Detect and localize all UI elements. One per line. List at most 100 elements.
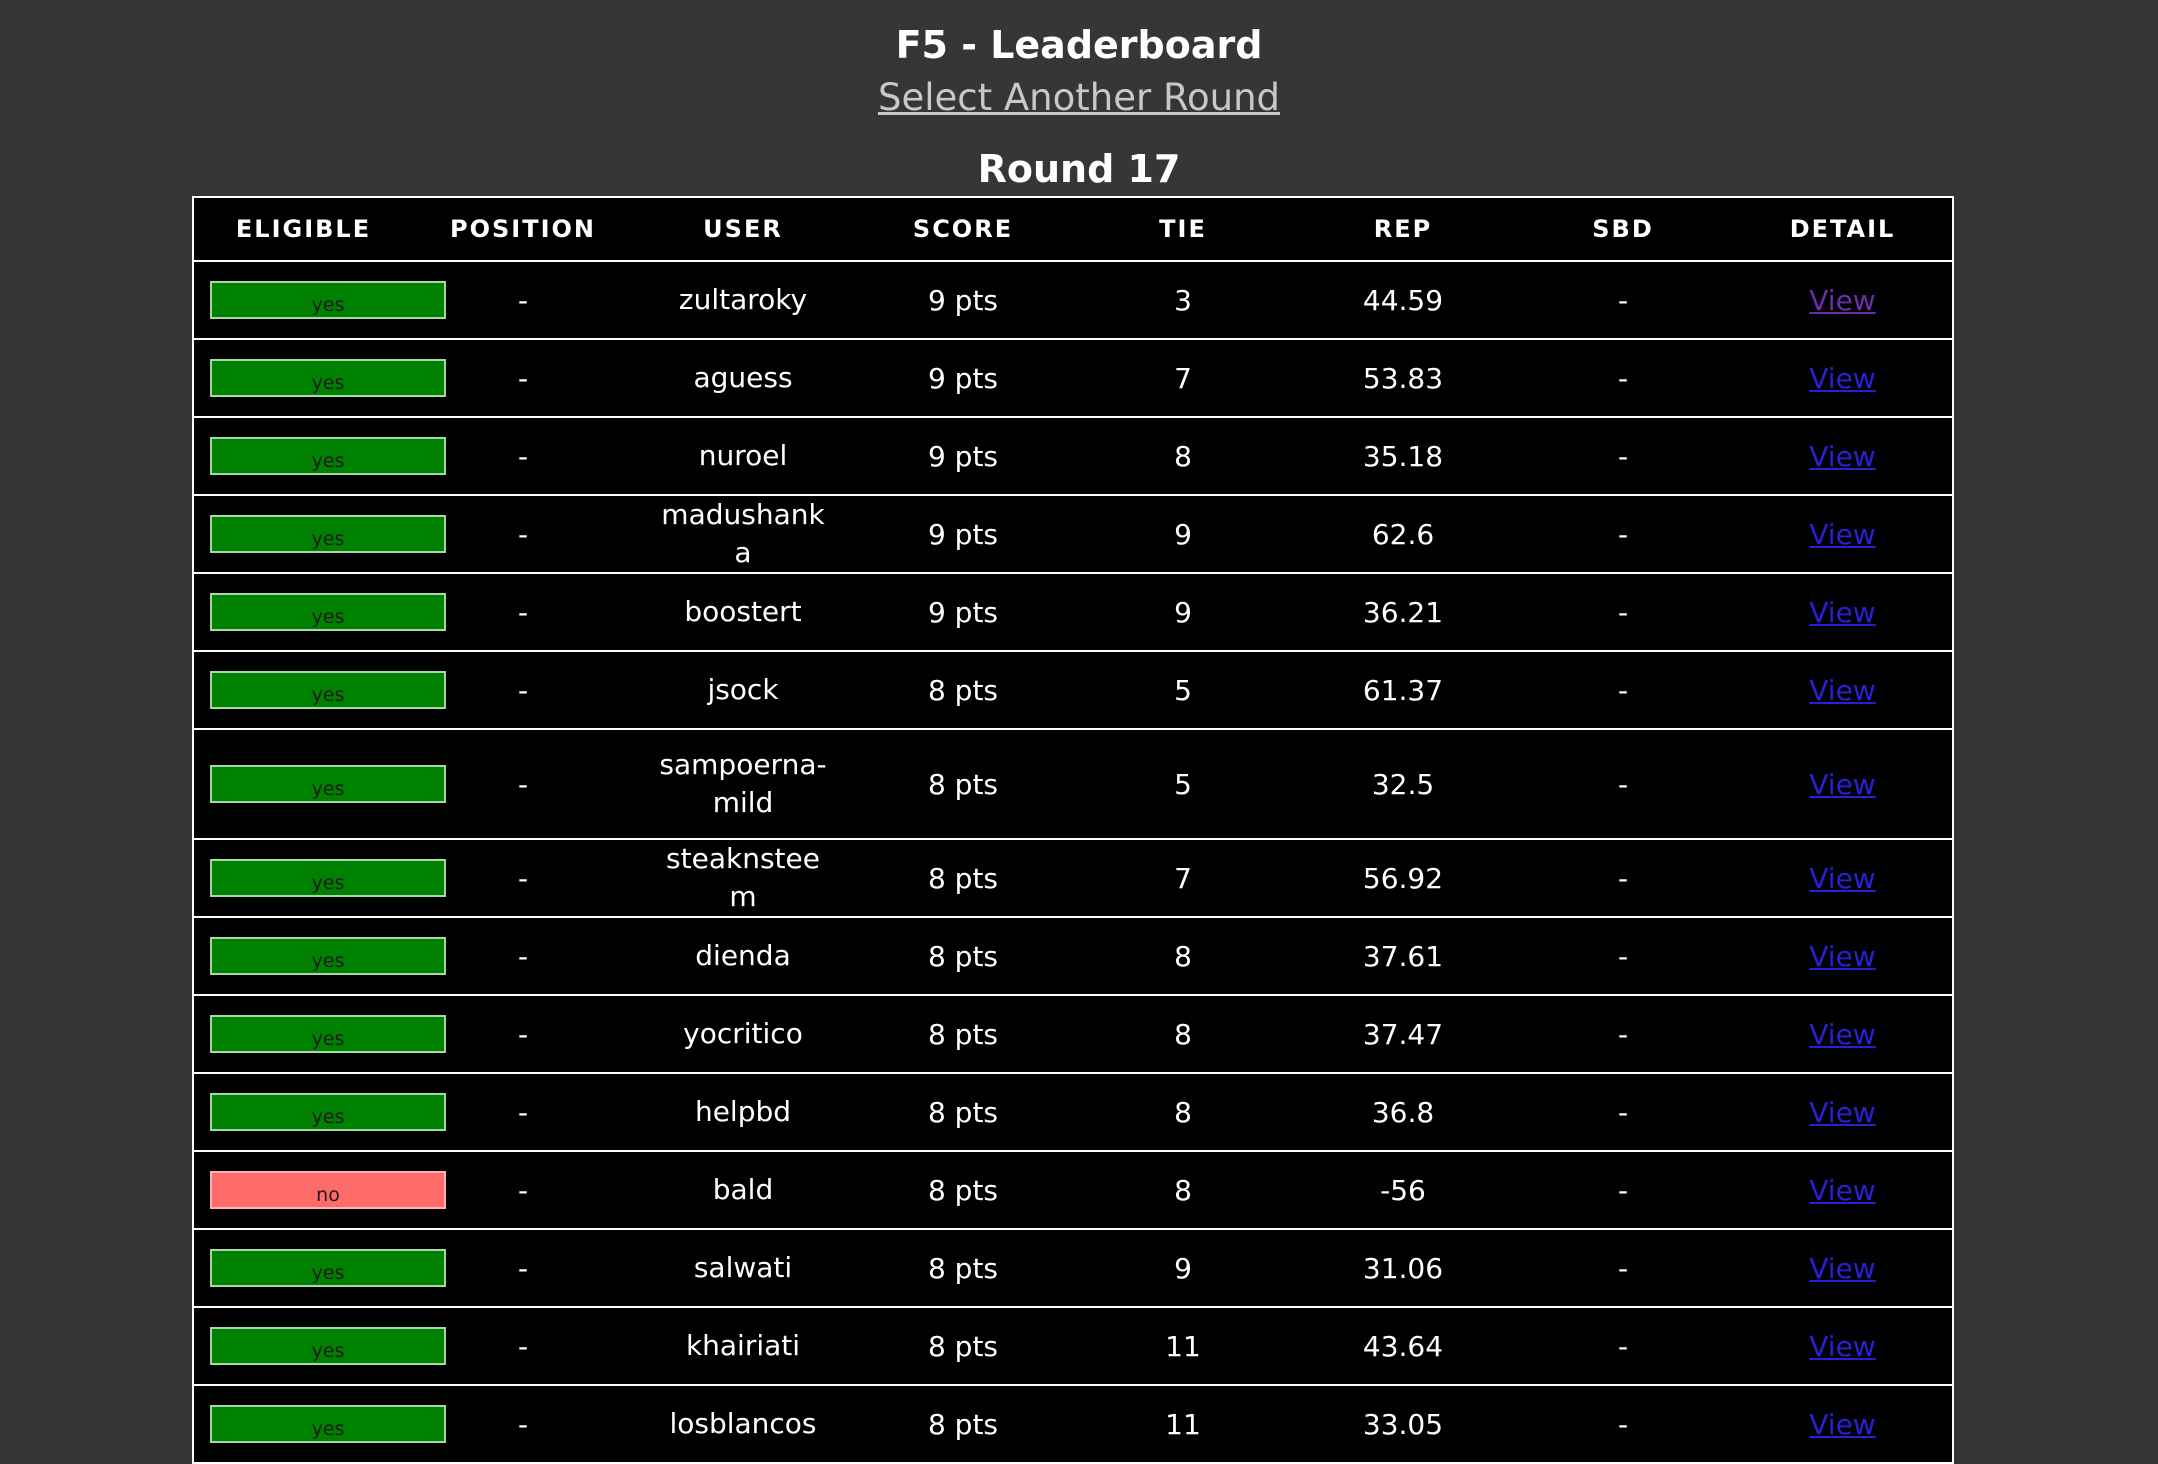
score-cell: 8 pts bbox=[853, 729, 1073, 840]
rep-cell: 35.18 bbox=[1293, 417, 1513, 496]
username: yocritico bbox=[683, 1017, 803, 1050]
select-another-round-link[interactable]: Select Another Round bbox=[0, 74, 2158, 122]
detail-cell: View bbox=[1733, 339, 1953, 418]
eligible-cell: yes bbox=[193, 417, 446, 496]
tie-cell: 3 bbox=[1073, 261, 1293, 340]
sbd-cell: - bbox=[1513, 1151, 1733, 1230]
eligible-cell: yes bbox=[193, 917, 446, 996]
view-detail-link[interactable]: View bbox=[1809, 1408, 1875, 1441]
leaderboard-body: yes - zultaroky 9 pts 3 44.59- View yes - aguess 9… bbox=[193, 261, 1953, 1464]
detail-cell: View bbox=[1733, 917, 1953, 996]
username: losblancos bbox=[669, 1407, 817, 1440]
column-header-tie: TIE bbox=[1073, 197, 1293, 262]
position-cell: - bbox=[413, 1229, 633, 1308]
rep-cell: 37.61 bbox=[1293, 917, 1513, 996]
column-header-eligible: ELIGIBLE bbox=[193, 197, 413, 262]
table-header-row: ELIGIBLE POSITION USER SCORE TIE REP SBD… bbox=[193, 197, 1953, 262]
sbd-cell: - bbox=[1513, 729, 1733, 840]
score-cell: 9 pts bbox=[853, 495, 1073, 574]
tie-cell: 7 bbox=[1073, 839, 1293, 918]
table-row: yes - steaknsteem 8 pts 7 56.92- View bbox=[193, 839, 1953, 918]
rep-cell: 61.37 bbox=[1293, 651, 1513, 730]
score-cell: 8 pts bbox=[853, 1229, 1073, 1308]
table-row: yes - zultaroky 9 pts 3 44.59- View bbox=[193, 261, 1953, 340]
detail-cell: View bbox=[1733, 1151, 1953, 1230]
eligible-cell: yes bbox=[193, 729, 446, 840]
view-detail-link[interactable]: View bbox=[1809, 768, 1875, 801]
eligible-cell: yes bbox=[193, 839, 446, 918]
tie-cell: 8 bbox=[1073, 417, 1293, 496]
view-detail-link[interactable]: View bbox=[1809, 362, 1875, 395]
detail-cell: View bbox=[1733, 995, 1953, 1074]
user-cell: nuroel bbox=[633, 417, 853, 496]
username: sampoerna-mild bbox=[659, 748, 827, 819]
eligible-cell: no bbox=[193, 1151, 446, 1230]
view-detail-link[interactable]: View bbox=[1809, 1018, 1875, 1051]
sbd-cell: - bbox=[1513, 1385, 1733, 1464]
detail-cell: View bbox=[1733, 417, 1953, 496]
view-detail-link[interactable]: View bbox=[1809, 596, 1875, 629]
sbd-cell: - bbox=[1513, 651, 1733, 730]
tie-cell: 5 bbox=[1073, 729, 1293, 840]
view-detail-link[interactable]: View bbox=[1809, 284, 1875, 317]
eligible-badge: yes bbox=[210, 671, 446, 709]
view-detail-link[interactable]: View bbox=[1809, 1174, 1875, 1207]
detail-cell: View bbox=[1733, 1385, 1953, 1464]
view-detail-link[interactable]: View bbox=[1809, 440, 1875, 473]
score-cell: 8 pts bbox=[853, 1151, 1073, 1230]
view-detail-link[interactable]: View bbox=[1809, 940, 1875, 973]
rep-cell: 53.83 bbox=[1293, 339, 1513, 418]
column-header-rep: REP bbox=[1293, 197, 1513, 262]
username: bald bbox=[712, 1173, 774, 1206]
username: zultaroky bbox=[678, 283, 808, 316]
detail-cell: View bbox=[1733, 1073, 1953, 1152]
position-cell: - bbox=[413, 1151, 633, 1230]
username: steaknsteem bbox=[666, 842, 820, 913]
user-cell: madushanka bbox=[633, 495, 853, 574]
position-cell: - bbox=[413, 339, 633, 418]
tie-cell: 9 bbox=[1073, 573, 1293, 652]
username: aguess bbox=[693, 361, 793, 394]
tie-cell: 11 bbox=[1073, 1385, 1293, 1464]
user-cell: khairiati bbox=[633, 1307, 853, 1386]
view-detail-link[interactable]: View bbox=[1809, 1330, 1875, 1363]
rep-cell: 36.21 bbox=[1293, 573, 1513, 652]
view-detail-link[interactable]: View bbox=[1809, 862, 1875, 895]
detail-cell: View bbox=[1733, 839, 1953, 918]
eligible-badge: yes bbox=[210, 1093, 446, 1131]
tie-cell: 11 bbox=[1073, 1307, 1293, 1386]
position-cell: - bbox=[413, 651, 633, 730]
tie-cell: 8 bbox=[1073, 995, 1293, 1074]
sbd-cell: - bbox=[1513, 573, 1733, 652]
sbd-cell: - bbox=[1513, 995, 1733, 1074]
score-cell: 9 pts bbox=[853, 417, 1073, 496]
sbd-cell: - bbox=[1513, 917, 1733, 996]
tie-cell: 9 bbox=[1073, 495, 1293, 574]
eligible-cell: yes bbox=[193, 261, 446, 340]
user-cell: bald bbox=[633, 1151, 853, 1230]
score-cell: 8 pts bbox=[853, 651, 1073, 730]
user-cell: aguess bbox=[633, 339, 853, 418]
table-row: yes - sampoerna-mild 8 pts 5 32.5- View bbox=[193, 729, 1953, 840]
view-detail-link[interactable]: View bbox=[1809, 518, 1875, 551]
tie-cell: 8 bbox=[1073, 1073, 1293, 1152]
column-header-sbd: SBD bbox=[1513, 197, 1733, 262]
table-row: yes - boostert 9 pts 9 36.21- View bbox=[193, 573, 1953, 652]
table-row: yes - khairiati 8 pts 11 43.64- View bbox=[193, 1307, 1953, 1386]
detail-cell: View bbox=[1733, 261, 1953, 340]
eligible-cell: yes bbox=[193, 651, 446, 730]
username: khairiati bbox=[685, 1329, 801, 1362]
rep-cell: 44.59 bbox=[1293, 261, 1513, 340]
eligible-badge: yes bbox=[210, 359, 446, 397]
view-detail-link[interactable]: View bbox=[1809, 1096, 1875, 1129]
position-cell: - bbox=[413, 573, 633, 652]
eligible-badge: yes bbox=[210, 281, 446, 319]
eligible-badge: yes bbox=[210, 765, 446, 803]
view-detail-link[interactable]: View bbox=[1809, 1252, 1875, 1285]
table-row: yes - nuroel 9 pts 8 35.18- View bbox=[193, 417, 1953, 496]
score-cell: 9 pts bbox=[853, 261, 1073, 340]
view-detail-link[interactable]: View bbox=[1809, 674, 1875, 707]
eligible-cell: yes bbox=[193, 1073, 446, 1152]
table-row: no - bald 8 pts 8 -56- View bbox=[193, 1151, 1953, 1230]
position-cell: - bbox=[413, 261, 633, 340]
